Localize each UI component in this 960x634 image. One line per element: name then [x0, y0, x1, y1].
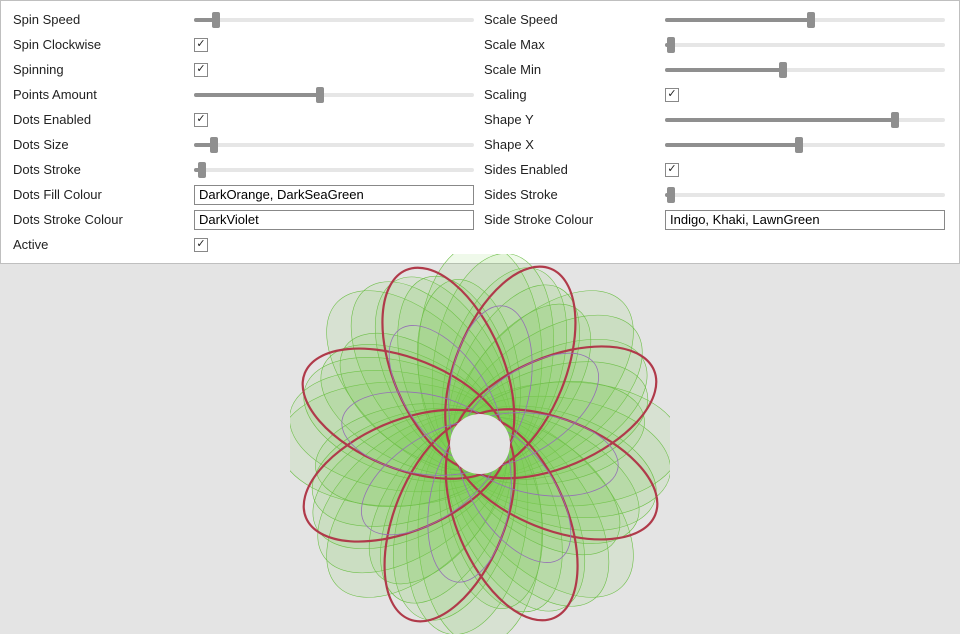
dots-stroke-row: Dots Stroke: [9, 157, 480, 182]
spinning-row: Spinning✓: [9, 57, 480, 82]
settings-column-right: Scale SpeedScale MaxScale MinScaling✓Sha…: [480, 7, 951, 257]
points-amount-label: Points Amount: [9, 87, 194, 102]
side-stroke-colour-label: Side Stroke Colour: [480, 212, 665, 227]
scaling-label: Scaling: [480, 87, 665, 102]
dots-stroke-colour-input[interactable]: [194, 210, 474, 230]
sides-enabled-checkbox[interactable]: ✓: [665, 163, 679, 177]
scale-speed-row: Scale Speed: [480, 7, 951, 32]
dots-stroke-colour-row: Dots Stroke Colour: [9, 207, 480, 232]
scale-min-label: Scale Min: [480, 62, 665, 77]
shape-x-label: Shape X: [480, 137, 665, 152]
active-checkbox[interactable]: ✓: [194, 238, 208, 252]
dots-size-label: Dots Size: [9, 137, 194, 152]
scale-speed-label: Scale Speed: [480, 12, 665, 27]
scale-max-slider[interactable]: [665, 38, 945, 52]
side-stroke-colour-row: Side Stroke Colour: [480, 207, 951, 232]
spin-clockwise-label: Spin Clockwise: [9, 37, 194, 52]
spin-speed-label: Spin Speed: [9, 12, 194, 27]
dots-fill-colour-input[interactable]: [194, 185, 474, 205]
shape-x-slider[interactable]: [665, 138, 945, 152]
dots-fill-colour-label: Dots Fill Colour: [9, 187, 194, 202]
spinning-label: Spinning: [9, 62, 194, 77]
scale-max-label: Scale Max: [480, 37, 665, 52]
shape-y-row: Shape Y: [480, 107, 951, 132]
sides-stroke-slider[interactable]: [665, 188, 945, 202]
scaling-row: Scaling✓: [480, 82, 951, 107]
sides-enabled-label: Sides Enabled: [480, 162, 665, 177]
dots-enabled-checkbox[interactable]: ✓: [194, 113, 208, 127]
scale-min-row: Scale Min: [480, 57, 951, 82]
side-stroke-colour-input[interactable]: [665, 210, 945, 230]
preview-canvas: [0, 264, 960, 534]
dots-enabled-label: Dots Enabled: [9, 112, 194, 127]
sides-enabled-row: Sides Enabled✓: [480, 157, 951, 182]
dots-fill-colour-row: Dots Fill Colour: [9, 182, 480, 207]
shape-y-label: Shape Y: [480, 112, 665, 127]
settings-column-left: Spin SpeedSpin Clockwise✓Spinning✓Points…: [9, 7, 480, 257]
scaling-checkbox[interactable]: ✓: [665, 88, 679, 102]
scale-speed-slider[interactable]: [665, 13, 945, 27]
dots-size-row: Dots Size: [9, 132, 480, 157]
spin-speed-row: Spin Speed: [9, 7, 480, 32]
sides-stroke-row: Sides Stroke: [480, 182, 951, 207]
dots-enabled-row: Dots Enabled✓: [9, 107, 480, 132]
settings-panel: Spin SpeedSpin Clockwise✓Spinning✓Points…: [0, 0, 960, 264]
spin-clockwise-checkbox[interactable]: ✓: [194, 38, 208, 52]
spin-speed-slider[interactable]: [194, 13, 474, 27]
scale-max-row: Scale Max: [480, 32, 951, 57]
points-amount-row: Points Amount: [9, 82, 480, 107]
dots-stroke-slider[interactable]: [194, 163, 474, 177]
dots-stroke-label: Dots Stroke: [9, 162, 194, 177]
spin-clockwise-row: Spin Clockwise✓: [9, 32, 480, 57]
dots-stroke-colour-label: Dots Stroke Colour: [9, 212, 194, 227]
active-label: Active: [9, 237, 194, 252]
points-amount-slider[interactable]: [194, 88, 474, 102]
scale-min-slider[interactable]: [665, 63, 945, 77]
sides-stroke-label: Sides Stroke: [480, 187, 665, 202]
dots-size-slider[interactable]: [194, 138, 474, 152]
spinning-checkbox[interactable]: ✓: [194, 63, 208, 77]
shape-x-row: Shape X: [480, 132, 951, 157]
shape-y-slider[interactable]: [665, 113, 945, 127]
